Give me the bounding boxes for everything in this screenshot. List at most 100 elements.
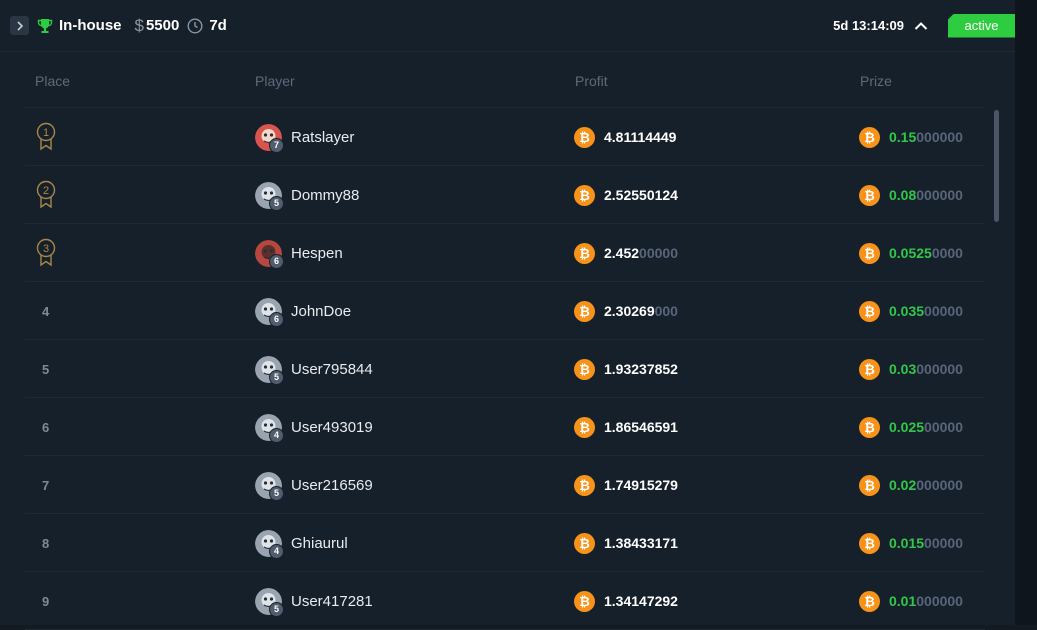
table-row[interactable]: 2 5 Dommy88 ₿ 2.52550124 ₿ 0.08000000	[25, 166, 985, 224]
avatar-wrap[interactable]: 5	[255, 471, 284, 501]
player-name[interactable]: Ghiaurul	[291, 535, 348, 552]
player-name[interactable]: Dommy88	[291, 187, 359, 204]
level-badge: 6	[269, 253, 284, 269]
prize-cell: ₿ 0.01000000	[859, 572, 963, 630]
svg-text:₿: ₿	[864, 421, 875, 436]
profit-digits: 1.86546591	[604, 419, 678, 435]
leaderboard-table: Place Player Profit Prize 1 7 Ratslayer …	[25, 52, 985, 630]
trophy-icon	[37, 18, 53, 33]
prize-value: 0.01500000	[889, 535, 963, 551]
player-name[interactable]: Ratslayer	[291, 129, 354, 146]
player-cell: 7 Ratslayer	[255, 108, 354, 166]
player-name[interactable]: User417281	[291, 593, 373, 610]
column-header-place: Place	[35, 73, 71, 89]
avatar-wrap[interactable]: 5	[255, 355, 284, 385]
prize-cell: ₿ 0.03000000	[859, 340, 963, 398]
scrollbar-thumb[interactable]	[994, 110, 999, 222]
table-row[interactable]: 9 5 User417281 ₿ 1.34147292 ₿ 0.01000000	[25, 572, 985, 630]
table-row[interactable]: 1 7 Ratslayer ₿ 4.81114449 ₿ 0.15000000	[25, 108, 985, 166]
svg-text:₿: ₿	[579, 189, 590, 204]
svg-text:₿: ₿	[579, 247, 590, 262]
profit-value: 1.86546591	[604, 419, 678, 435]
level-badge: 6	[269, 311, 284, 327]
bitcoin-icon: ₿	[574, 242, 595, 264]
player-name[interactable]: User795844	[291, 361, 373, 378]
profit-digits: 2.52550124	[604, 187, 678, 203]
bitcoin-icon: ₿	[859, 474, 880, 496]
tournament-title: In-house	[59, 17, 122, 34]
avatar-wrap[interactable]: 6	[255, 239, 284, 269]
prize-digits: 0.0525	[889, 245, 932, 261]
table-row[interactable]: 8 4 Ghiaurul ₿ 1.38433171 ₿ 0.01500000	[25, 514, 985, 572]
profit-value: 1.34147292	[604, 593, 678, 609]
table-row[interactable]: 6 4 User493019 ₿ 1.86546591 ₿ 0.02500000	[25, 398, 985, 456]
place-number: 9	[42, 593, 50, 609]
bitcoin-icon: ₿	[859, 590, 880, 612]
avatar-wrap[interactable]: 6	[255, 297, 284, 327]
prize-trailing-zeros: 0000	[931, 245, 963, 261]
player-name[interactable]: Hespen	[291, 245, 343, 262]
prize-value: 0.01000000	[889, 593, 963, 609]
svg-text:₿: ₿	[579, 363, 590, 378]
prize-trailing-zeros: 000000	[916, 477, 963, 493]
table-row[interactable]: 4 6 JohnDoe ₿ 2.30269000 ₿ 0.03500000	[25, 282, 985, 340]
avatar-wrap[interactable]: 7	[255, 123, 284, 153]
bitcoin-icon: ₿	[574, 300, 595, 322]
side-strip	[1015, 0, 1037, 625]
svg-text:3: 3	[43, 243, 49, 255]
prize-trailing-zeros: 000000	[916, 361, 963, 377]
column-header-profit: Profit	[575, 73, 608, 89]
prize-value: 0.15000000	[889, 129, 963, 145]
prize-trailing-zeros: 000000	[916, 593, 963, 609]
bitcoin-icon: ₿	[859, 416, 880, 438]
table-row[interactable]: 7 5 User216569 ₿ 1.74915279 ₿ 0.02000000	[25, 456, 985, 514]
svg-text:1: 1	[43, 127, 49, 139]
bitcoin-icon: ₿	[574, 126, 595, 148]
prize-digits: 0.02	[889, 477, 917, 493]
chevron-up-icon[interactable]	[914, 21, 928, 31]
svg-text:₿: ₿	[864, 131, 875, 146]
prize-value: 0.02000000	[889, 477, 963, 493]
profit-value: 1.74915279	[604, 477, 678, 493]
player-name[interactable]: User493019	[291, 419, 373, 436]
profit-digits: 2.30269	[604, 303, 655, 319]
level-badge: 5	[269, 195, 284, 211]
bitcoin-icon: ₿	[574, 358, 595, 380]
avatar-wrap[interactable]: 4	[255, 529, 284, 559]
tournament-duration: 7d	[209, 17, 227, 34]
table-row[interactable]: 3 6 Hespen ₿ 2.45200000 ₿ 0.05250000	[25, 224, 985, 282]
prize-value: 0.08000000	[889, 187, 963, 203]
prize-cell: ₿ 0.02500000	[859, 398, 963, 456]
avatar-wrap[interactable]: 5	[255, 587, 284, 617]
player-cell: 5 User795844	[255, 340, 373, 398]
player-name[interactable]: User216569	[291, 477, 373, 494]
bitcoin-icon: ₿	[574, 474, 595, 496]
place-cell: 2	[35, 166, 57, 224]
prize-value: 0.02500000	[889, 419, 963, 435]
place-cell: 8	[35, 514, 49, 572]
prize-cell: ₿ 0.05250000	[859, 224, 963, 282]
leaderboard-panel: In-house $ 5500 7d 5d 13:14:09 active Pl…	[0, 0, 1015, 630]
bitcoin-icon: ₿	[859, 532, 880, 554]
table-row[interactable]: 5 5 User795844 ₿ 1.93237852 ₿ 0.03000000	[25, 340, 985, 398]
place-cell: 4	[35, 282, 49, 340]
profit-cell: ₿ 2.30269000	[574, 282, 678, 340]
profit-value: 1.93237852	[604, 361, 678, 377]
player-cell: 5 User216569	[255, 456, 373, 514]
profit-value: 2.52550124	[604, 187, 678, 203]
svg-text:₿: ₿	[864, 537, 875, 552]
player-name[interactable]: JohnDoe	[291, 303, 351, 320]
place-number: 7	[42, 477, 50, 493]
expand-button[interactable]	[10, 16, 29, 35]
svg-text:₿: ₿	[864, 363, 875, 378]
profit-cell: ₿ 2.52550124	[574, 166, 678, 224]
bitcoin-icon: ₿	[859, 300, 880, 322]
avatar-wrap[interactable]: 5	[255, 181, 284, 211]
bitcoin-icon: ₿	[574, 184, 595, 206]
prize-cell: ₿ 0.01500000	[859, 514, 963, 572]
prize-digits: 0.01	[889, 593, 917, 609]
avatar-wrap[interactable]: 4	[255, 413, 284, 443]
prize-cell: ₿ 0.03500000	[859, 282, 963, 340]
prize-digits: 0.03	[889, 361, 917, 377]
bitcoin-icon: ₿	[859, 184, 880, 206]
